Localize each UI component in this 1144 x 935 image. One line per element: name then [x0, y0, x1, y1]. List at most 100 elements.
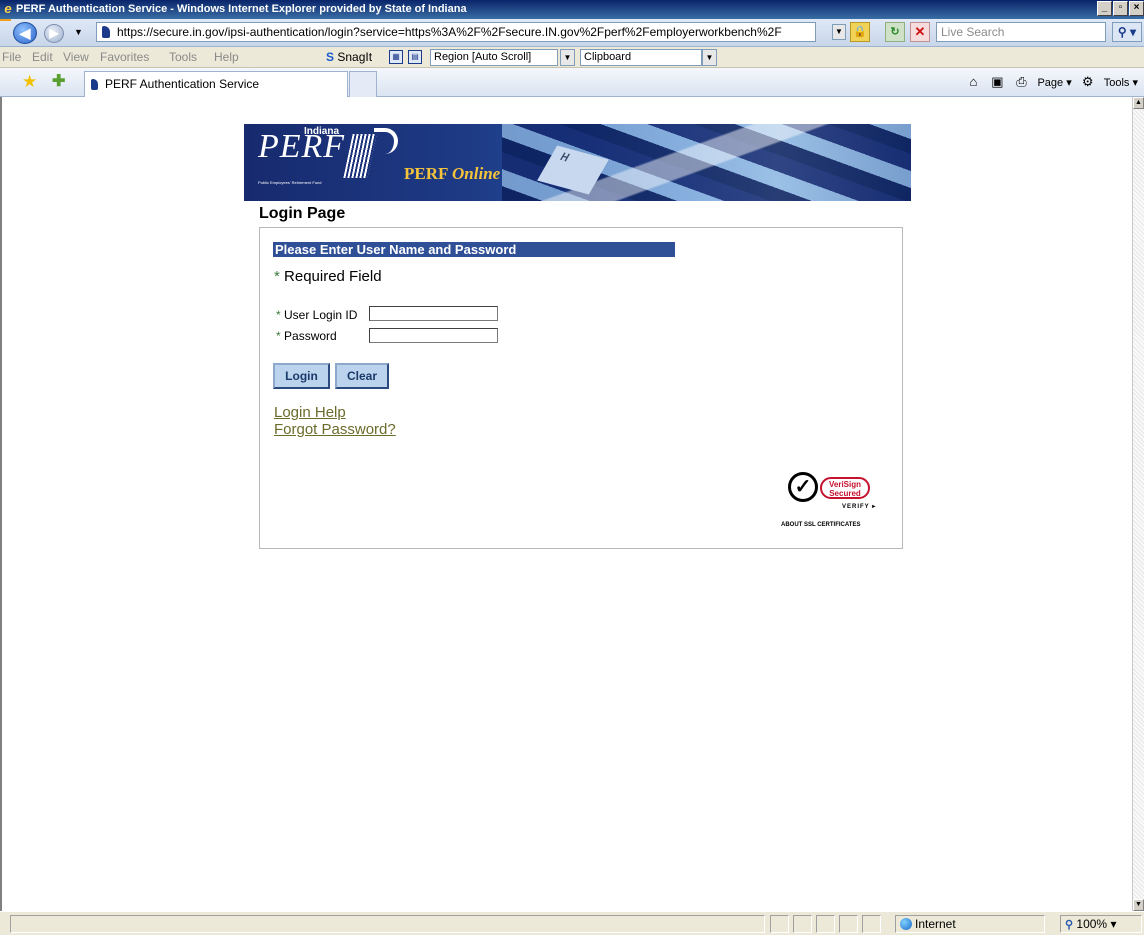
address-url: https://secure.in.gov/ipsi-authenticatio… [117, 25, 782, 39]
login-button[interactable]: Login [273, 363, 330, 389]
tab-perf-authentication[interactable]: PERF Authentication Service [84, 71, 348, 97]
window-title: PERF Authentication Service - Windows In… [16, 3, 467, 15]
verisign-check-icon: ✓ [788, 472, 818, 502]
internet-explorer-icon: e [4, 1, 12, 16]
password-input[interactable] [369, 328, 498, 343]
capture-output-select[interactable]: Clipboard [580, 49, 702, 66]
security-lock-icon[interactable]: 🔒 [850, 22, 870, 42]
maximize-button[interactable]: ▫ [1113, 1, 1128, 16]
globe-icon [900, 918, 912, 930]
zoom-control[interactable]: ⚲ 100% ▾ [1060, 915, 1142, 933]
refresh-button[interactable]: ↻ [885, 22, 905, 42]
minimize-button[interactable]: _ [1097, 1, 1112, 16]
menu-help[interactable]: Help [214, 50, 239, 64]
command-bar: ⌂ ▣ ⎙ Page ▾ ⚙ Tools ▾ [965, 74, 1138, 90]
recent-pages-dropdown[interactable]: ▼ [74, 27, 83, 37]
perf-online-brand: PERF [404, 164, 448, 183]
snagit-label: SnagIt [337, 50, 373, 64]
stop-button[interactable]: ✕ [910, 22, 930, 42]
favorites-star-icon[interactable]: ★ [22, 73, 37, 91]
status-pane-1 [770, 915, 789, 933]
user-login-label: User Login ID [284, 308, 358, 322]
new-tab-button[interactable] [349, 71, 377, 97]
page-menu-label: Page [1037, 76, 1064, 89]
perf-logo-mark [374, 128, 398, 154]
required-marker: * [276, 329, 281, 343]
vertical-scrollbar[interactable]: ▲ ▼ [1132, 97, 1144, 911]
tools-menu[interactable]: Tools ▾ [1104, 76, 1138, 89]
status-pane-5 [862, 915, 881, 933]
home-icon[interactable]: ⌂ [965, 74, 981, 90]
search-placeholder: Live Search [941, 25, 1005, 39]
required-field-note: * Required Field [274, 268, 382, 285]
menu-favorites[interactable]: Favorites [100, 50, 149, 64]
status-pane-4 [839, 915, 858, 933]
menu-bar: File Edit View Favorites Tools Help S Sn… [0, 47, 1144, 68]
status-text-pane [10, 915, 765, 933]
forgot-password-link[interactable]: Forgot Password? [274, 421, 396, 438]
address-dropdown-button[interactable]: ▼ [832, 24, 846, 40]
page-viewport: H PERF Indiana Public Employees' Retirem… [0, 97, 1144, 911]
perf-banner: H PERF Indiana Public Employees' Retirem… [244, 124, 911, 201]
login-panel: Please Enter User Name and Password * Re… [259, 227, 903, 549]
verisign-badge-line1: VeriSign [828, 480, 861, 489]
required-field-label: Required Field [284, 268, 382, 285]
menu-file[interactable]: File [2, 50, 21, 64]
add-favorite-icon[interactable]: ✚ [52, 73, 65, 91]
page-icon [102, 26, 110, 38]
status-pane-3 [816, 915, 835, 933]
about-ssl-link[interactable]: ABOUT SSL CERTIFICATES [781, 522, 860, 528]
gear-icon: ⚙ [1081, 74, 1094, 89]
back-button[interactable]: ◀ [13, 22, 37, 44]
perf-online-title: PERF Online [404, 164, 500, 184]
zone-label: Internet [915, 917, 956, 931]
feeds-icon[interactable]: ▣ [989, 74, 1005, 90]
indiana-label: Indiana [304, 126, 340, 137]
security-zone[interactable]: Internet [895, 915, 1045, 933]
required-marker: * [274, 268, 280, 285]
menu-tools[interactable]: Tools [169, 50, 197, 64]
snagit-capture-icon[interactable]: ▦ [389, 50, 403, 64]
snagit-icon: S [326, 50, 335, 64]
verisign-verify-label: VERIFY ▸ [842, 504, 877, 510]
tab-title: PERF Authentication Service [105, 77, 260, 91]
user-login-input[interactable] [369, 306, 498, 321]
forward-button[interactable]: ▶ [44, 24, 64, 43]
password-row: * Password [276, 329, 337, 343]
capture-output-dropdown[interactable]: ▼ [702, 49, 717, 66]
print-icon[interactable]: ⎙ [1013, 74, 1029, 90]
search-icon[interactable]: ⚲ ▾ [1112, 22, 1142, 42]
menu-view[interactable]: View [63, 50, 89, 64]
required-marker: * [276, 308, 281, 322]
address-input[interactable]: https://secure.in.gov/ipsi-authenticatio… [96, 22, 816, 42]
scroll-down-arrow-icon[interactable]: ▼ [1133, 899, 1144, 911]
clear-button[interactable]: Clear [335, 363, 389, 389]
search-input[interactable]: Live Search [936, 22, 1106, 42]
verisign-badge-line2: Secured [829, 489, 861, 498]
verisign-seal[interactable]: ✓ VeriSign Secured VERIFY ▸ ABOUT SSL CE… [781, 458, 879, 528]
scroll-up-arrow-icon[interactable]: ▲ [1133, 97, 1144, 109]
login-section-header: Please Enter User Name and Password [273, 242, 675, 257]
window-corner-marker [0, 19, 11, 21]
perf-logo-stripes [343, 134, 377, 178]
capture-mode-select[interactable]: Region [Auto Scroll] [430, 49, 558, 66]
close-button[interactable]: × [1129, 1, 1144, 16]
window-controls: _ ▫ × [1097, 1, 1144, 16]
zoom-level: 100% [1076, 917, 1108, 931]
perf-online-suffix: Online [452, 164, 501, 183]
page-title: Login Page [259, 205, 346, 222]
address-toolbar: ◀ ▶ ▼ https://secure.in.gov/ipsi-authent… [0, 19, 1144, 47]
verisign-badge: VeriSign Secured [820, 477, 870, 499]
user-login-row: * User Login ID [276, 308, 357, 322]
capture-mode-dropdown[interactable]: ▼ [560, 49, 575, 66]
password-label: Password [284, 329, 337, 343]
login-help-link[interactable]: Login Help [274, 404, 346, 421]
status-pane-2 [793, 915, 812, 933]
zoom-icon: ⚲ [1065, 919, 1074, 931]
tab-page-icon [91, 79, 98, 90]
snagit-button[interactable]: S SnagIt [326, 50, 372, 64]
snagit-editor-icon[interactable]: ▤ [408, 50, 422, 64]
window-titlebar: e PERF Authentication Service - Windows … [0, 0, 1144, 19]
page-menu[interactable]: Page ▾ [1037, 76, 1071, 89]
menu-edit[interactable]: Edit [32, 50, 53, 64]
